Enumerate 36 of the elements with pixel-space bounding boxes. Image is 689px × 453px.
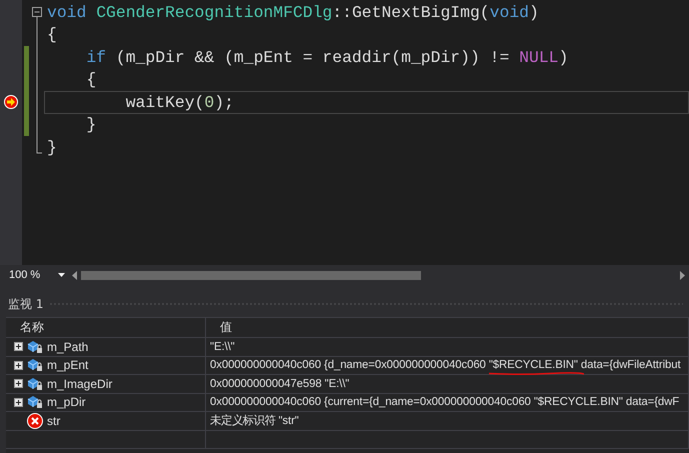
column-header[interactable]: 名称 xyxy=(14,319,44,336)
collapse-icon[interactable] xyxy=(32,7,42,24)
watch-name: m_ImageDir xyxy=(47,376,112,391)
zoom-dropdown[interactable]: 100 % xyxy=(6,267,68,283)
expand-icon[interactable] xyxy=(14,360,23,370)
watch-name: m_pDir xyxy=(47,395,86,410)
caret-icon xyxy=(58,273,65,277)
outline-end xyxy=(36,136,42,154)
watch-value: "E:\\" xyxy=(209,340,235,353)
watch-value: 未定义标识符 "str" xyxy=(209,413,299,428)
code-line: { xyxy=(47,25,57,44)
field-lock-icon xyxy=(27,395,43,410)
field-lock-icon xyxy=(27,358,43,372)
field-lock-icon xyxy=(27,340,43,354)
code-line: { xyxy=(85,70,96,90)
watch-value: 0x000000000040c060 {current={d_name=0x000000000040c060 "$RECYCLE.BIN" data={dwF xyxy=(209,396,680,408)
scrollbar-thumb[interactable] xyxy=(81,270,421,280)
scroll-left-icon[interactable] xyxy=(72,270,77,280)
code-line: void CGenderRecognitionMFCDlg::GetNextBigImg(void) xyxy=(47,2,539,22)
watch-name: m_Path xyxy=(47,340,88,354)
watch-name: m_pEnt xyxy=(47,358,88,372)
column-header[interactable]: 值 xyxy=(214,319,232,336)
watch-value: 0x000000000040c060 {d_name=0x000000000040c060 "$RECYCLE.BIN" data={dwFileAttribut xyxy=(206,359,681,372)
expand-icon[interactable] xyxy=(14,379,23,388)
code-line: } xyxy=(47,138,57,157)
expand-icon[interactable] xyxy=(14,398,23,407)
watch-value: 0x000000000047e598 "E:\\" xyxy=(209,378,350,390)
expand-icon[interactable] xyxy=(14,342,23,352)
field-lock-icon xyxy=(27,376,43,391)
error-icon xyxy=(27,412,43,429)
code-line: waitKey(0); xyxy=(124,92,234,112)
watch-name: str xyxy=(47,414,60,428)
scroll-right-icon[interactable] xyxy=(680,270,685,280)
code-line: if (m_pDir && (m_pEnt = readdir(m_pDir)) != NULL) xyxy=(85,48,568,67)
panel-title: 监视 1 xyxy=(8,296,44,312)
code-line: } xyxy=(85,115,96,134)
